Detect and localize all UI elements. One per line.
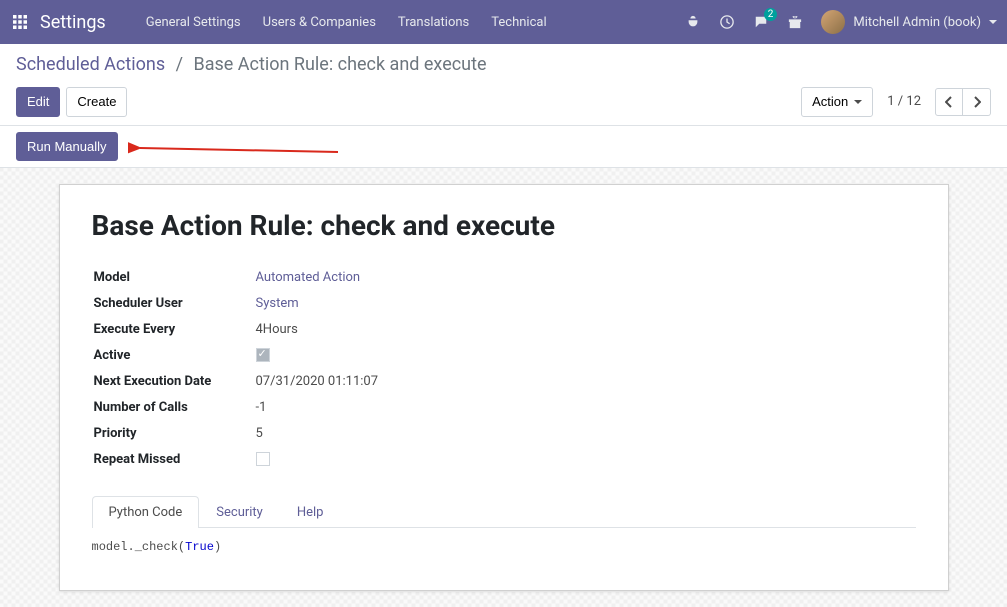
edit-button[interactable]: Edit: [16, 87, 60, 117]
field-value-repeat-missed-checkbox: [256, 452, 270, 466]
user-menu[interactable]: Mitchell Admin (book): [821, 10, 997, 34]
field-label-repeat-missed: Repeat Missed: [94, 450, 254, 474]
nav-item-general-settings[interactable]: General Settings: [146, 15, 241, 30]
messages-badge: 2: [764, 8, 778, 21]
nav-item-technical[interactable]: Technical: [491, 15, 546, 30]
pager-prev-button[interactable]: [935, 88, 963, 116]
field-label-execute-every: Execute Every: [94, 320, 254, 344]
create-button[interactable]: Create: [66, 87, 127, 117]
breadcrumb: Scheduled Actions / Base Action Rule: ch…: [16, 54, 991, 75]
pager-text[interactable]: 1 / 12: [887, 94, 921, 109]
clock-icon[interactable]: [719, 14, 735, 30]
form-title: Base Action Rule: check and execute: [92, 209, 916, 242]
field-label-scheduler-user: Scheduler User: [94, 294, 254, 318]
messages-icon[interactable]: 2: [753, 14, 769, 30]
apps-icon[interactable]: [10, 12, 30, 32]
breadcrumb-current: Base Action Rule: check and execute: [193, 54, 486, 75]
form-background: Base Action Rule: check and execute Mode…: [0, 168, 1007, 607]
top-nav: Settings General Settings Users & Compan…: [0, 0, 1007, 44]
field-value-next-exec: 07/31/2020 01:11:07: [256, 372, 650, 396]
app-title[interactable]: Settings: [40, 12, 106, 33]
form-sheet: Base Action Rule: check and execute Mode…: [59, 184, 949, 591]
nav-menu: General Settings Users & Companies Trans…: [146, 15, 686, 30]
avatar: [821, 10, 845, 34]
field-value-execute-every: 4Hours: [256, 320, 650, 344]
bug-icon[interactable]: [685, 14, 701, 30]
tab-security[interactable]: Security: [199, 496, 280, 528]
nav-item-translations[interactable]: Translations: [398, 15, 469, 30]
notebook: Python Code Security Help model._check(T…: [92, 496, 916, 566]
systray: 2 Mitchell Admin (book): [685, 10, 997, 34]
field-label-next-exec: Next Execution Date: [94, 372, 254, 396]
breadcrumb-separator: /: [176, 54, 183, 75]
statusbar: Run Manually: [0, 126, 1007, 169]
action-dropdown[interactable]: Action: [801, 87, 873, 117]
chevron-down-icon: [989, 20, 997, 24]
breadcrumb-parent[interactable]: Scheduled Actions: [16, 54, 165, 75]
control-panel: Scheduled Actions / Base Action Rule: ch…: [0, 44, 1007, 126]
field-label-model: Model: [94, 268, 254, 292]
python-code-content: model._check(True): [92, 528, 916, 566]
field-value-num-calls: -1: [256, 398, 650, 422]
tab-python-code[interactable]: Python Code: [92, 496, 200, 528]
field-value-active-checkbox: [256, 348, 270, 362]
field-value-model[interactable]: Automated Action: [256, 270, 361, 285]
run-manually-button[interactable]: Run Manually: [16, 132, 118, 162]
field-label-active: Active: [94, 346, 254, 370]
user-name: Mitchell Admin (book): [853, 15, 981, 30]
pager-next-button[interactable]: [963, 88, 991, 116]
chevron-down-icon: [854, 100, 862, 104]
field-label-priority: Priority: [94, 424, 254, 448]
action-label: Action: [812, 92, 848, 112]
field-table: Model Automated Action Scheduler User Sy…: [92, 266, 652, 476]
nav-item-users-companies[interactable]: Users & Companies: [263, 15, 376, 30]
field-label-num-calls: Number of Calls: [94, 398, 254, 422]
gift-icon[interactable]: [787, 14, 803, 30]
field-value-scheduler-user[interactable]: System: [256, 296, 299, 311]
field-value-priority: 5: [256, 424, 650, 448]
tab-help[interactable]: Help: [280, 496, 341, 528]
